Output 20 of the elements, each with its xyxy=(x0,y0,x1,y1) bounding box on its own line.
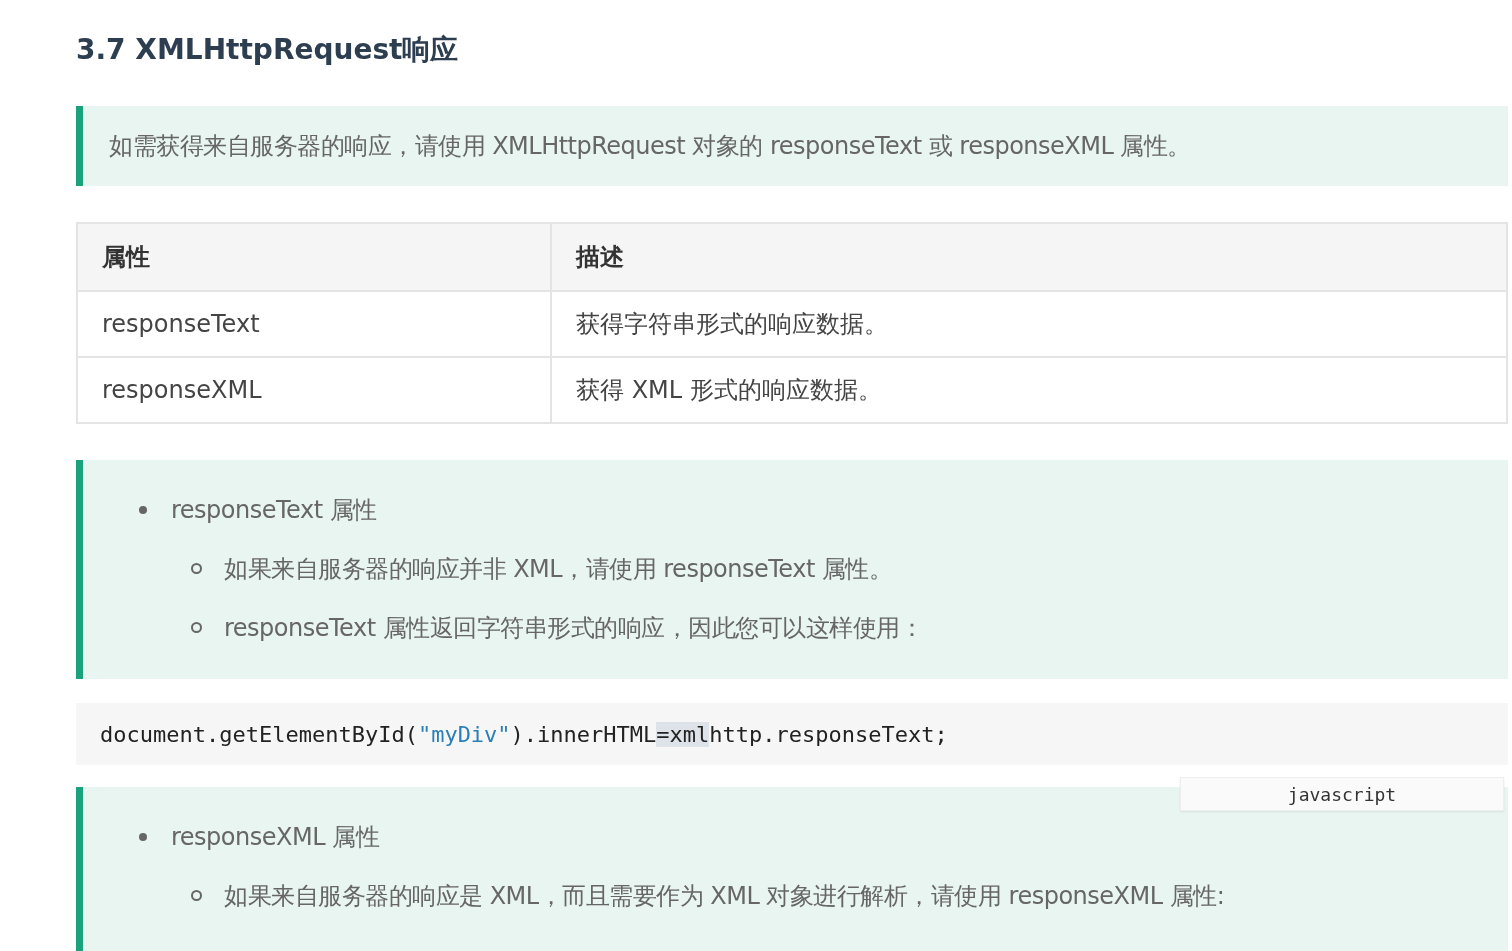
list-item-text: 如果来自服务器的响应并非 XML，请使用 responseText 属性。 xyxy=(224,553,893,585)
bullet-icon xyxy=(139,505,147,514)
table-cell: 获得 XML 形式的响应数据。 xyxy=(551,357,1507,423)
list-item-text: responseText 属性返回字符串形式的响应，因此您可以这样使用： xyxy=(224,612,924,644)
column-header: 描述 xyxy=(551,223,1507,291)
bullet-icon xyxy=(139,832,147,841)
language-label: javascript xyxy=(1180,777,1504,811)
table-cell: 获得字符串形式的响应数据。 xyxy=(551,291,1507,357)
list-item-text: responseText 属性 xyxy=(171,494,377,526)
list-item-text: responseXML 属性 xyxy=(171,821,380,853)
code-block: document.getElementById("myDiv").innerHTML=xmlhttp.responseText; xyxy=(76,703,1508,765)
table-cell: responseXML xyxy=(77,357,551,423)
bullet-icon xyxy=(191,890,202,901)
column-header: 属性 xyxy=(77,223,551,291)
section-heading: 3.7 XMLHttpRequest响应 xyxy=(76,32,460,68)
intro-text: 如需获得来自服务器的响应，请使用 XMLHttpRequest 对象的 responseText 或 responseXML 属性。 xyxy=(109,131,1191,162)
bullet-icon xyxy=(191,563,202,574)
table-cell: responseText xyxy=(77,291,551,357)
list-item-text: 如果来自服务器的响应是 XML，而且需要作为 XML 对象进行解析，请使用 responseXML 属性: xyxy=(224,880,1225,912)
bullet-icon xyxy=(191,622,202,633)
